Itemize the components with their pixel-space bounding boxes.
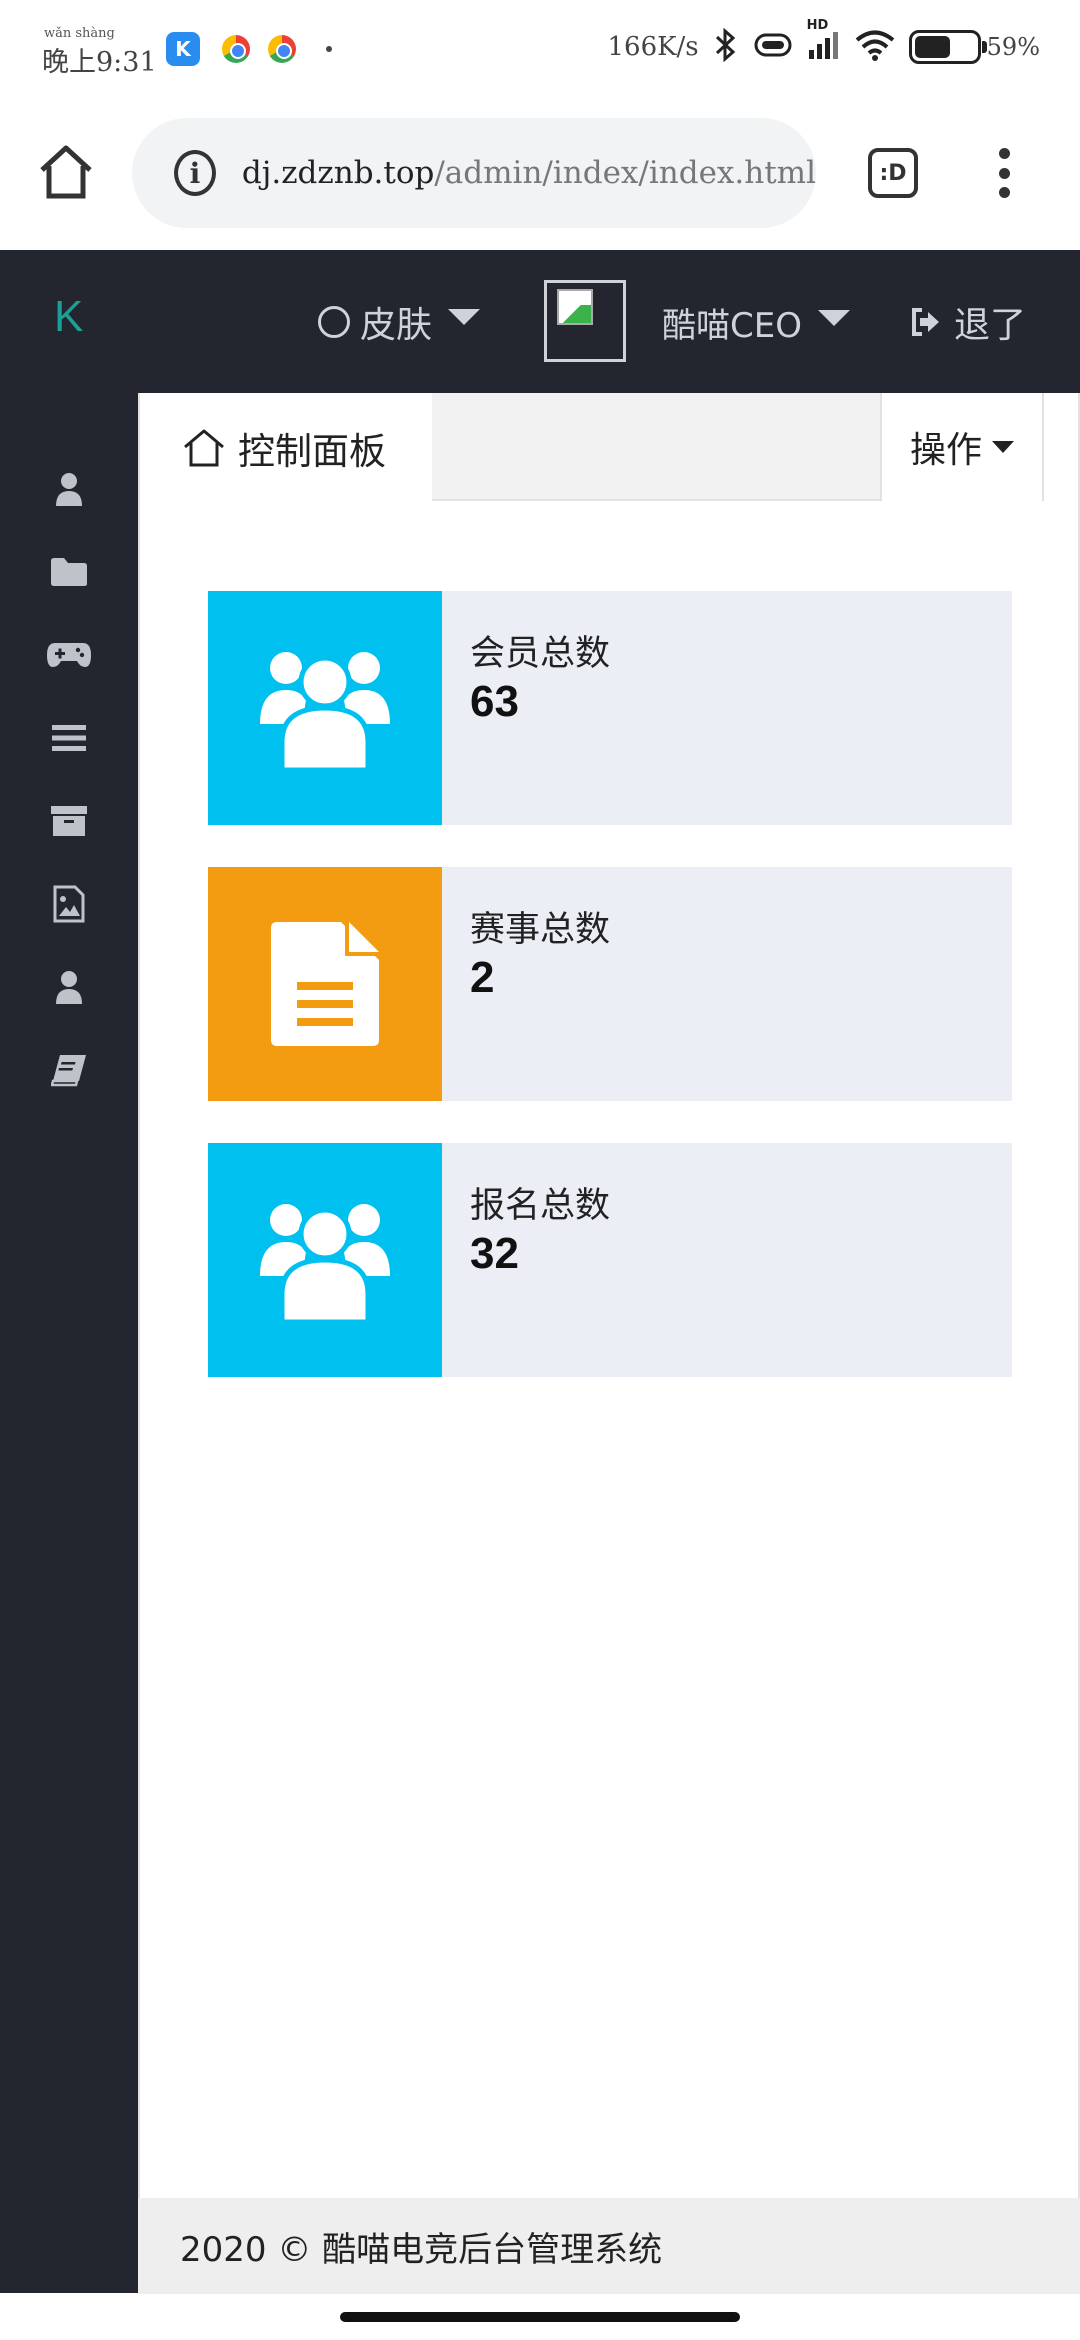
card-label: 报名总数 [470,1186,611,1226]
card-value: 2 [470,953,495,1002]
users-icon [260,652,390,770]
user-icon [56,473,82,506]
logo[interactable]: K [54,292,83,342]
logout-button[interactable]: 退了 [910,296,1026,348]
card-value: 32 [470,1229,519,1278]
bluetooth-icon [713,27,739,66]
main-content: 控制面板 操作 会员总数 63 赛事总数 2 报名总数 32 [138,393,1080,2199]
browser-toolbar: i dj.zdznb.top/admin/index/index.html :D [0,98,1080,250]
status-bar: wǎn shàng 晚上9:31 K 166K/s HD 59% [0,0,1080,98]
footer: 2020 © 酷喵电竞后台管理系统 [138,2198,1080,2294]
clock: wǎn shàng 晚上9:31 [40,24,158,78]
tab-dashboard-label: 控制面板 [238,430,386,473]
net-speed: 166K/s [607,32,699,62]
browser-menu-button[interactable] [996,148,1012,198]
circle-icon [318,306,350,338]
battery-icon [908,30,987,64]
address-bar[interactable]: i dj.zdznb.top/admin/index/index.html [132,118,816,228]
avatar[interactable] [544,280,626,362]
battery-fill [914,36,951,58]
gesture-bar[interactable] [340,2312,740,2322]
signal-icon: HD [807,18,841,64]
tab-switcher-button[interactable]: :D [868,148,918,198]
url-host: dj.zdznb.top [241,155,435,191]
clock-pinyin: wǎn shàng [44,26,115,41]
vibrate-icon [753,30,793,64]
user-icon [56,971,82,1004]
home-outline-icon [184,429,224,467]
battery-indicator: 59% [908,30,1040,64]
card-icon-box [208,1143,442,1377]
caret-down-icon [992,441,1014,453]
url-path: /admin/index/index.html [434,155,816,191]
stat-card-events: 赛事总数 2 [208,867,1012,1101]
sidebar [0,393,138,2293]
folder-icon [51,558,87,586]
archive-icon [51,806,87,836]
sign-out-icon [912,308,939,336]
broken-image-icon [557,289,593,325]
caret-down-icon [448,309,481,325]
sidebar-item-user-2[interactable] [0,947,138,1027]
card-label: 赛事总数 [470,910,611,950]
info-icon[interactable]: i [174,150,216,196]
clock-time: 晚上9:31 [42,47,157,78]
sidebar-item-list[interactable] [0,698,138,778]
skin-menu-button[interactable]: 皮肤 [318,296,481,348]
kuwo-app-icon: K [166,32,200,66]
caret-down-icon [817,309,850,326]
sidebar-item-image[interactable] [0,864,138,944]
users-icon [260,1204,390,1322]
user-label: 酷喵CEO [662,306,802,346]
user-menu-button[interactable]: 酷喵CEO [662,298,850,347]
footer-text: 2020 © 酷喵电竞后台管理系统 [180,2229,663,2270]
url-text[interactable]: dj.zdznb.top/admin/index/index.html [242,155,816,191]
card-value: 63 [470,677,519,726]
operations-menu-button[interactable]: 操作 [880,393,1044,501]
browser-home-button[interactable] [36,142,96,202]
sidebar-item-archive[interactable] [0,781,138,861]
sidebar-item-book[interactable] [0,1030,138,1110]
card-label: 会员总数 [470,634,611,674]
status-left: wǎn shàng 晚上9:31 K [40,24,332,78]
network-badge: HD [806,18,829,33]
image-icon [53,885,85,923]
home-icon [40,145,92,199]
sidebar-item-game[interactable] [0,615,138,695]
document-icon [271,922,379,1046]
status-right: 166K/s HD 59% [607,18,1040,66]
tab-strip: 控制面板 操作 [140,393,1044,503]
chrome-icon [268,35,296,63]
list-icon [52,725,86,751]
gamepad-icon [47,643,91,667]
card-icon-box [208,867,442,1101]
logout-label: 退了 [954,305,1027,346]
stat-card-members: 会员总数 63 [208,591,1012,825]
book-icon [51,1055,86,1087]
skin-label: 皮肤 [360,305,433,346]
wifi-icon [855,29,895,65]
stat-card-registrations: 报名总数 32 [208,1143,1012,1377]
sidebar-item-user[interactable] [0,449,138,529]
battery-percent: 59% [986,33,1040,61]
chrome-icon [222,35,250,63]
sidebar-item-folder[interactable] [0,532,138,612]
tab-dashboard[interactable]: 控制面板 [140,393,432,503]
operations-label: 操作 [909,430,982,471]
card-icon-box [208,591,442,825]
more-notifications-icon [326,46,332,52]
admin-header: K 皮肤 酷喵CEO 退了 [0,250,1080,393]
